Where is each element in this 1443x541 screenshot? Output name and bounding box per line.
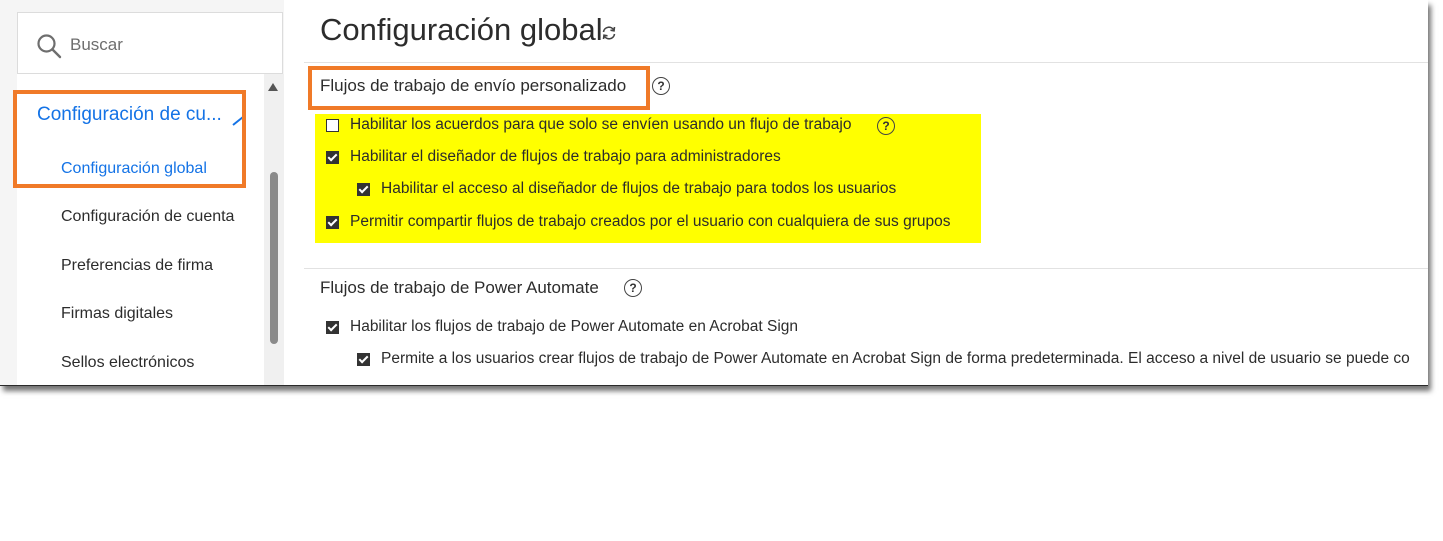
- divider: [304, 62, 1428, 63]
- option-label: Permitir compartir flujos de trabajo cre…: [350, 213, 951, 230]
- main-content: Configuración global Flujos de trabajo d…: [284, 0, 1428, 385]
- refresh-icon[interactable]: [600, 24, 618, 47]
- scrollbar-thumb[interactable]: [270, 172, 278, 344]
- search-placeholder: Buscar: [70, 35, 123, 54]
- divider: [304, 268, 1428, 269]
- highlight-box-section-title: [308, 66, 650, 110]
- checkbox-designer-admins[interactable]: [326, 151, 339, 164]
- app-window: Buscar Configuración de cu... Configurac…: [0, 0, 1428, 386]
- search-box[interactable]: Buscar: [17, 12, 283, 74]
- sidebar: Buscar Configuración de cu... Configurac…: [0, 0, 284, 385]
- checkbox-share-with-groups[interactable]: [326, 216, 339, 229]
- option-label: Habilitar los flujos de trabajo de Power…: [350, 318, 799, 335]
- sidebar-item-electronic-seals[interactable]: Sellos electrónicos: [61, 354, 194, 372]
- help-icon[interactable]: ?: [877, 117, 895, 135]
- sidebar-item-signature-preferences[interactable]: Preferencias de firma: [61, 257, 213, 275]
- checkbox-enable-power-automate[interactable]: [326, 321, 339, 334]
- help-icon[interactable]: ?: [652, 77, 670, 95]
- search-icon: [36, 33, 62, 64]
- option-label: Habilitar el acceso al diseñador de fluj…: [381, 180, 897, 197]
- scroll-up-arrow-icon[interactable]: [268, 83, 278, 91]
- section-title-power-automate: Flujos de trabajo de Power Automate: [320, 278, 599, 297]
- sidebar-item-account-settings[interactable]: Configuración de cuenta: [61, 208, 234, 226]
- option-label: Habilitar el diseñador de flujos de trab…: [350, 148, 781, 165]
- option-label: Permite a los usuarios crear flujos de t…: [381, 350, 1410, 367]
- highlight-box-nav: [13, 90, 246, 188]
- page-title: Configuración global: [320, 12, 603, 47]
- sidebar-item-digital-signatures[interactable]: Firmas digitales: [61, 305, 173, 323]
- checkbox-users-create-flows[interactable]: [357, 353, 370, 366]
- checkbox-workflow-only[interactable]: [326, 119, 339, 132]
- help-icon[interactable]: ?: [624, 279, 642, 297]
- option-label: Habilitar los acuerdos para que solo se …: [350, 116, 852, 133]
- sidebar-scrollbar[interactable]: [264, 74, 284, 385]
- checkbox-designer-all-users[interactable]: [357, 183, 370, 196]
